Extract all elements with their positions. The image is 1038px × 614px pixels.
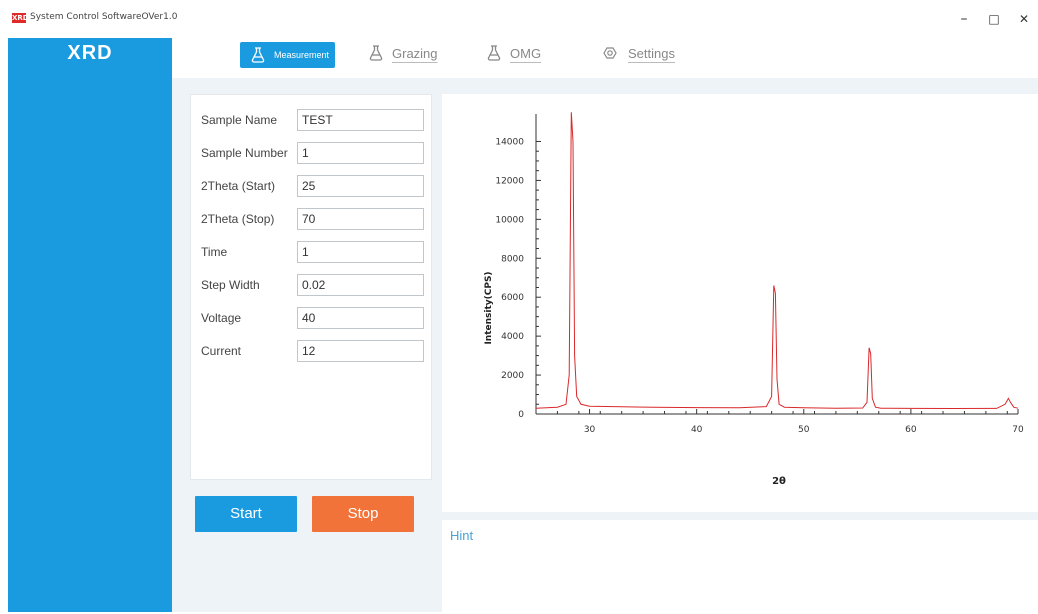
x-tick-label: 60 <box>905 425 917 435</box>
field-sample-number: Sample Number <box>201 142 425 166</box>
y-tick-label: 10000 <box>495 215 524 225</box>
field-label: Voltage <box>201 311 242 325</box>
field-label: Current <box>201 344 242 358</box>
tab-label: Measurement <box>274 50 330 60</box>
tab-label: OMG <box>510 45 542 61</box>
field-current: Current <box>201 340 425 364</box>
chart-panel: 0 2000 4000 6000 8000 10000 12000 14000 30 40 50 6… <box>442 94 1038 512</box>
voltage-input[interactable] <box>297 307 424 329</box>
sample-name-input[interactable] <box>297 109 424 131</box>
y-tick-label: 8000 <box>501 254 524 264</box>
y-tick-label: 14000 <box>495 137 524 147</box>
y-tick-label: 6000 <box>501 293 524 303</box>
tab-label: Settings <box>628 45 675 61</box>
app-window: XRD System Control SoftwareOVer1.0 – □ ✕… <box>0 0 1038 614</box>
title-bar: XRD System Control SoftwareOVer1.0 – □ ✕ <box>0 0 1038 38</box>
field-step-width: Step Width <box>201 274 425 298</box>
2theta-start-input[interactable] <box>297 175 424 197</box>
field-sample-name: Sample Name <box>201 109 425 133</box>
y-tick-label: 2000 <box>501 371 524 381</box>
tab-omg[interactable]: OMG <box>486 40 541 66</box>
step-width-input[interactable] <box>297 274 424 296</box>
sidebar-title: XRD <box>67 42 113 64</box>
2theta-stop-input[interactable] <box>297 208 424 230</box>
field-2theta-stop: 2Theta (Stop) <box>201 208 425 232</box>
field-2theta-start: 2Theta (Start) <box>201 175 425 199</box>
tab-label: Grazing <box>392 45 438 61</box>
tab-measurement[interactable]: Measurement <box>240 42 336 68</box>
hint-label: Hint <box>450 528 474 543</box>
stop-button[interactable]: Stop <box>312 496 414 532</box>
x-axis-label: 2θ <box>772 476 786 487</box>
hint-panel: Hint <box>442 520 1038 612</box>
flask-icon <box>251 47 265 63</box>
field-label: 2Theta (Stop) <box>201 212 275 226</box>
x-tick-label: 70 <box>1012 425 1024 435</box>
current-input[interactable] <box>297 340 424 362</box>
time-input[interactable] <box>297 241 424 263</box>
minimize-button[interactable]: – <box>952 8 976 30</box>
field-label: Sample Number <box>201 146 288 160</box>
maximize-button[interactable]: □ <box>982 8 1006 30</box>
x-tick-label: 50 <box>798 425 810 435</box>
flask-icon <box>369 45 383 61</box>
field-label: 2Theta (Start) <box>201 179 276 193</box>
flask-icon <box>487 45 501 61</box>
gear-icon <box>603 47 617 59</box>
start-button[interactable]: Start <box>195 496 297 532</box>
x-tick-label: 40 <box>691 425 703 435</box>
sidebar: XRD <box>8 38 172 612</box>
field-voltage: Voltage <box>201 307 425 331</box>
window-title: System Control SoftwareOVer1.0 <box>30 12 178 22</box>
field-label: Sample Name <box>201 113 278 127</box>
series-line <box>535 112 1019 410</box>
y-axis-label: Intensity(CPS) <box>484 271 494 344</box>
xrd-chart: 0 2000 4000 6000 8000 10000 12000 14000 30 40 50 6… <box>484 112 1024 487</box>
x-tick-label: 30 <box>584 425 596 435</box>
field-time: Time <box>201 241 425 265</box>
sample-number-input[interactable] <box>297 142 424 164</box>
tab-grazing[interactable]: Grazing <box>368 40 438 66</box>
field-label: Time <box>201 245 228 259</box>
y-tick-label: 0 <box>518 410 524 420</box>
field-label: Step Width <box>201 278 260 292</box>
app-logo-icon: XRD <box>12 13 29 23</box>
y-tick-label: 4000 <box>501 332 524 342</box>
measurement-form: Sample Name Sample Number 2Theta (Start)… <box>190 94 432 480</box>
y-tick-label: 12000 <box>495 176 524 186</box>
tab-settings[interactable]: Settings <box>600 40 675 66</box>
close-button[interactable]: ✕ <box>1012 8 1036 30</box>
